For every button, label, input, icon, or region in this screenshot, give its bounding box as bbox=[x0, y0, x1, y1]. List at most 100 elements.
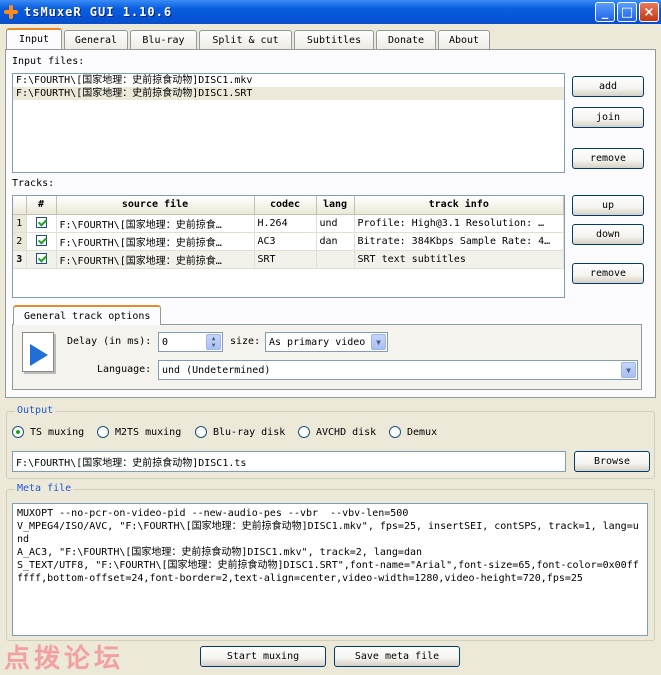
track-checkbox-cell bbox=[26, 214, 57, 233]
spin-up-icon[interactable]: ▲ bbox=[212, 335, 216, 342]
column-header-source[interactable]: source file bbox=[56, 196, 255, 215]
tab-about[interactable]: About bbox=[438, 30, 490, 49]
track-checkbox-cell bbox=[26, 250, 57, 269]
track-enabled-checkbox[interactable] bbox=[35, 217, 47, 229]
track-options-panel: Delay (in ms): 0 ▲ ▼ size: As primary vid… bbox=[12, 324, 642, 390]
delay-stepper[interactable]: 0 ▲ ▼ bbox=[158, 332, 223, 352]
forum-watermark: 点拨论坛 bbox=[4, 644, 125, 674]
meta-file-textarea[interactable]: MUXOPT --no-pcr-on-video-pid --new-audio… bbox=[12, 503, 648, 636]
input-file-item[interactable]: F:\FOURTH\[国家地理：史前掠食动物]DISC1.mkv bbox=[13, 74, 564, 87]
input-files-list[interactable]: F:\FOURTH\[国家地理：史前掠食动物]DISC1.mkv F:\FOUR… bbox=[12, 73, 565, 173]
tracks-label: Tracks: bbox=[12, 178, 55, 189]
browse-button[interactable]: Browse bbox=[574, 451, 650, 472]
table-row[interactable]: 2 F:\FOURTH\[国家地理：史前掠食… AC3 dan Bitrate:… bbox=[13, 232, 564, 251]
video-file-icon bbox=[22, 332, 54, 372]
delay-label: Delay (in ms): bbox=[67, 336, 152, 347]
track-codec: AC3 bbox=[254, 232, 317, 251]
radio-ts-muxing[interactable]: TS muxing bbox=[12, 426, 84, 438]
track-number: 2 bbox=[13, 232, 27, 251]
window-title: tsMuxeR GUI 1.10.6 bbox=[24, 5, 173, 19]
language-value: und (Undetermined) bbox=[162, 364, 271, 376]
radio-blu-ray-disk[interactable]: Blu-ray disk bbox=[195, 426, 285, 438]
size-label: size: bbox=[230, 336, 261, 347]
track-codec: H.264 bbox=[254, 214, 317, 233]
track-codec: SRT bbox=[254, 250, 317, 269]
track-lang bbox=[316, 250, 355, 269]
column-header-blank bbox=[13, 196, 27, 215]
track-checkbox-cell bbox=[26, 232, 57, 251]
tracks-table[interactable]: # source file codec lang track info 1 F:… bbox=[12, 195, 565, 298]
main-tabs: Input General Blu-ray Split & cut Subtit… bbox=[6, 28, 492, 49]
down-button[interactable]: down bbox=[572, 224, 644, 245]
up-button[interactable]: up bbox=[572, 195, 644, 216]
maximize-button[interactable]: □ bbox=[617, 2, 637, 22]
radio-button[interactable] bbox=[195, 426, 207, 438]
radio-button-selected[interactable] bbox=[12, 426, 24, 438]
radio-label: Demux bbox=[407, 426, 438, 438]
app-icon bbox=[4, 5, 18, 19]
save-meta-file-button[interactable]: Save meta file bbox=[334, 646, 460, 667]
track-source: F:\FOURTH\[国家地理：史前掠食… bbox=[56, 214, 255, 233]
radio-label: M2TS muxing bbox=[115, 426, 182, 438]
chevron-down-icon[interactable]: ▼ bbox=[371, 334, 386, 350]
meta-file-group-title: Meta file bbox=[15, 483, 74, 494]
radio-avchd-disk[interactable]: AVCHD disk bbox=[298, 426, 376, 438]
meta-line: V_MPEG4/ISO/AVC, "F:\FOURTH\[国家地理：史前掠食动物… bbox=[17, 521, 639, 545]
track-enabled-checkbox[interactable] bbox=[35, 253, 47, 265]
radio-button[interactable] bbox=[97, 426, 109, 438]
size-value: As primary video bbox=[269, 336, 366, 348]
output-path-field[interactable]: F:\FOURTH\[国家地理：史前掠食动物]DISC1.ts bbox=[12, 451, 566, 472]
minimize-button[interactable]: _ bbox=[595, 2, 615, 22]
radio-label: AVCHD disk bbox=[316, 426, 377, 438]
tab-general[interactable]: General bbox=[64, 30, 128, 49]
track-lang: dan bbox=[316, 232, 355, 251]
tab-split-cut[interactable]: Split & cut bbox=[199, 30, 292, 49]
delay-spin-buttons[interactable]: ▲ ▼ bbox=[206, 334, 221, 350]
spin-down-icon[interactable]: ▼ bbox=[212, 342, 216, 349]
track-info: Bitrate: 384Kbps Sample Rate: 4… bbox=[354, 232, 564, 251]
input-files-label: Input files: bbox=[12, 56, 85, 67]
tab-blu-ray[interactable]: Blu-ray bbox=[130, 30, 197, 49]
track-enabled-checkbox[interactable] bbox=[35, 235, 47, 247]
track-info: SRT text subtitles bbox=[354, 250, 564, 269]
tab-general-track-options[interactable]: General track options bbox=[13, 305, 162, 325]
radio-button[interactable] bbox=[389, 426, 401, 438]
track-source: F:\FOURTH\[国家地理：史前掠食… bbox=[56, 232, 255, 251]
table-row[interactable]: 3 F:\FOURTH\[国家地理：史前掠食… SRT SRT text sub… bbox=[13, 250, 564, 269]
column-header-codec[interactable]: codec bbox=[254, 196, 317, 215]
radio-label: Blu-ray disk bbox=[213, 426, 286, 438]
start-muxing-button[interactable]: Start muxing bbox=[200, 646, 326, 667]
radio-label: TS muxing bbox=[30, 426, 85, 438]
column-header-lang[interactable]: lang bbox=[316, 196, 355, 215]
column-header-info[interactable]: track info bbox=[354, 196, 564, 215]
track-info: Profile: High@3.1 Resolution: … bbox=[354, 214, 564, 233]
table-row[interactable]: 1 F:\FOURTH\[国家地理：史前掠食… H.264 und Profil… bbox=[13, 214, 564, 233]
size-select[interactable]: As primary video ▼ bbox=[265, 332, 388, 352]
close-button[interactable]: × bbox=[639, 2, 659, 22]
join-button[interactable]: join bbox=[572, 107, 644, 128]
column-header-num[interactable]: # bbox=[26, 196, 57, 215]
add-button[interactable]: add bbox=[572, 76, 644, 97]
remove-track-button[interactable]: remove bbox=[572, 263, 644, 284]
radio-m2ts-muxing[interactable]: M2TS muxing bbox=[97, 426, 181, 438]
tracks-grid: # source file codec lang track info 1 F:… bbox=[13, 196, 564, 269]
meta-line: MUXOPT --no-pcr-on-video-pid --new-audio… bbox=[17, 508, 409, 519]
tab-donate[interactable]: Donate bbox=[376, 30, 436, 49]
remove-file-button[interactable]: remove bbox=[572, 148, 644, 169]
tab-input[interactable]: Input bbox=[6, 28, 62, 49]
title-bar[interactable]: tsMuxeR GUI 1.10.6 _ □ × bbox=[0, 0, 661, 24]
chevron-down-icon[interactable]: ▼ bbox=[621, 362, 636, 378]
radio-demux[interactable]: Demux bbox=[389, 426, 437, 438]
delay-value: 0 bbox=[162, 336, 169, 348]
output-group-title: Output bbox=[15, 405, 56, 416]
track-number: 1 bbox=[13, 214, 27, 233]
language-select[interactable]: und (Undetermined) ▼ bbox=[158, 360, 638, 380]
track-lang: und bbox=[316, 214, 355, 233]
window-controls: _ □ × bbox=[595, 2, 659, 22]
track-source: F:\FOURTH\[国家地理：史前掠食… bbox=[56, 250, 255, 269]
meta-line: A_AC3, "F:\FOURTH\[国家地理：史前掠食动物]DISC1.mkv… bbox=[17, 547, 423, 558]
tab-subtitles[interactable]: Subtitles bbox=[294, 30, 374, 49]
input-file-item[interactable]: F:\FOURTH\[国家地理：史前掠食动物]DISC1.SRT bbox=[13, 87, 564, 100]
radio-button[interactable] bbox=[298, 426, 310, 438]
track-number: 3 bbox=[13, 250, 27, 269]
